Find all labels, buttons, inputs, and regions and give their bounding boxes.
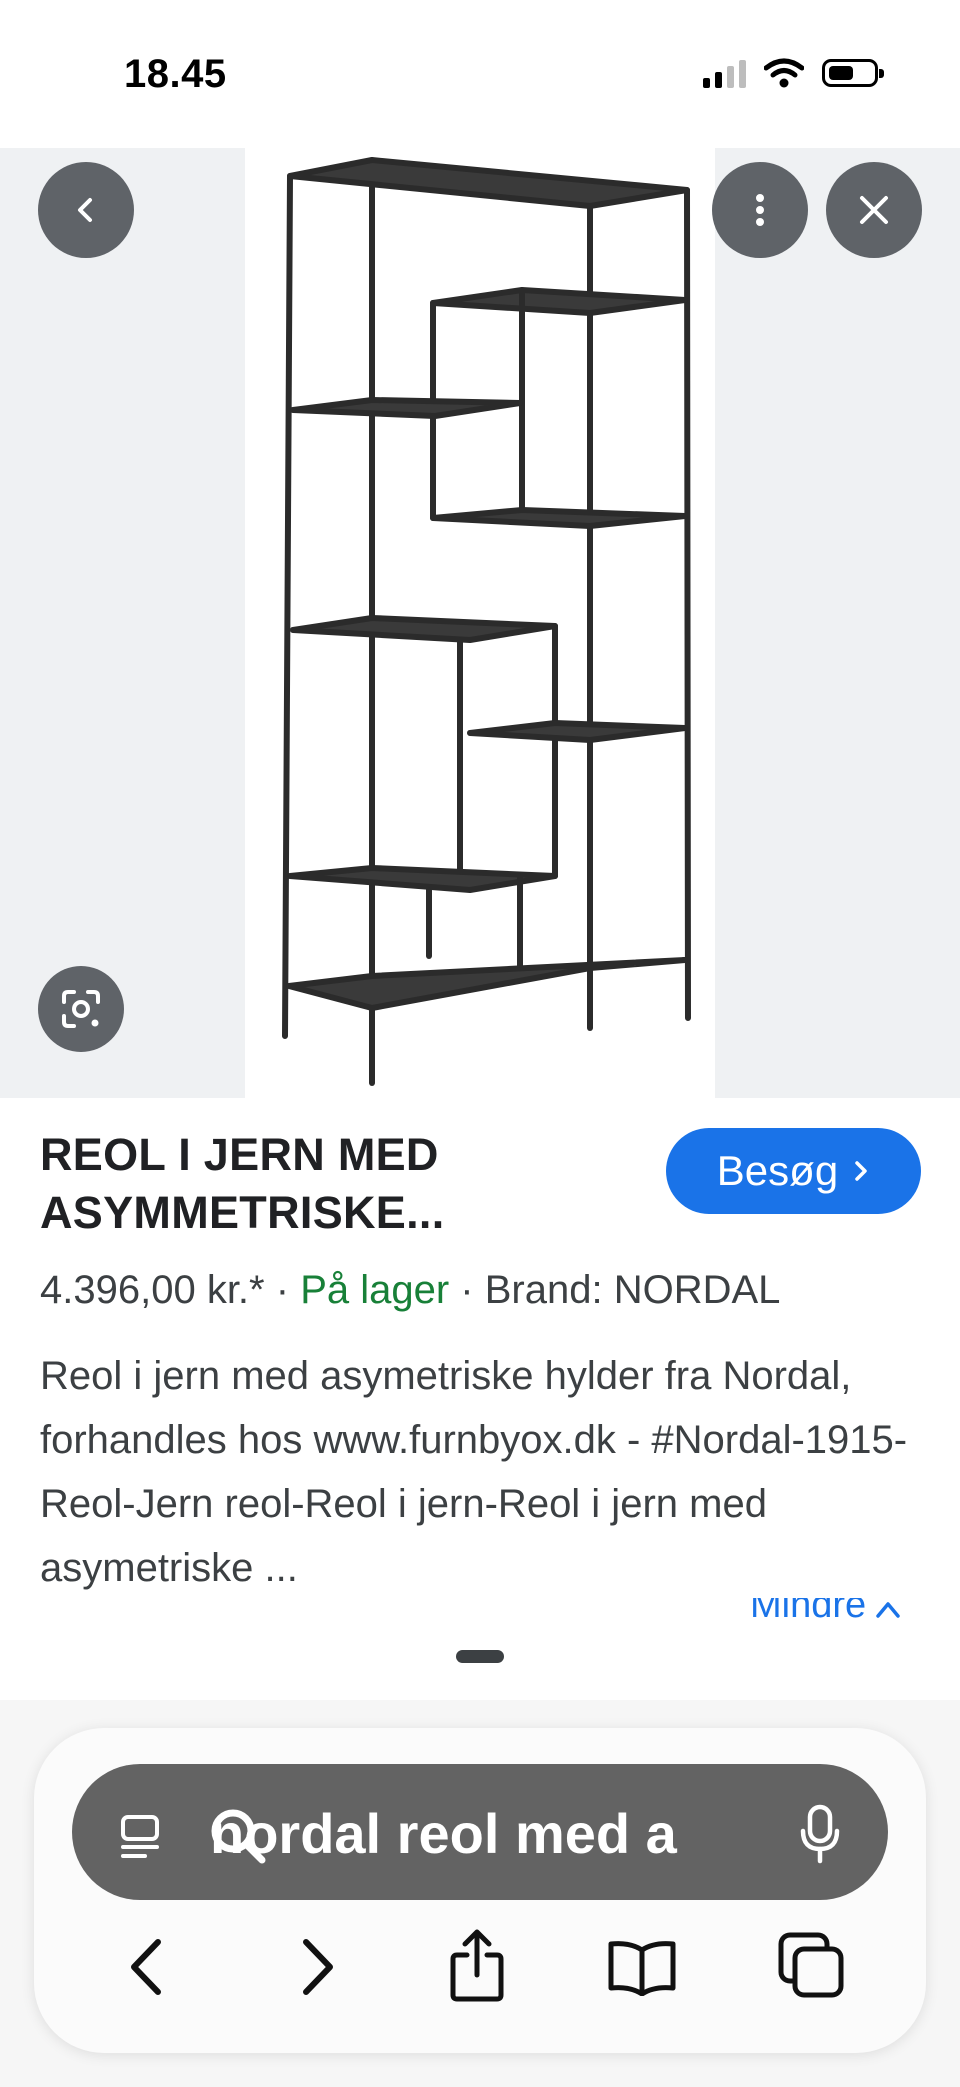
result-card: REOL I JERN MED ASYMMETRISKE... Besøg 4.… — [0, 1098, 960, 1638]
image-viewer — [0, 148, 960, 1098]
microphone-icon[interactable] — [792, 1802, 848, 1866]
shelf-product-image — [282, 157, 691, 1086]
battery-icon — [822, 59, 884, 87]
result-content: REOL I JERN MED ASYMMETRISKE... Besøg 4.… — [0, 1098, 960, 1623]
status-icons — [703, 58, 884, 88]
show-less-label: Mindre — [750, 1598, 867, 1620]
share-icon[interactable] — [444, 1926, 510, 2004]
visit-button[interactable]: Besøg — [666, 1128, 921, 1214]
back-button[interactable] — [38, 162, 134, 258]
status-time: 18.45 — [124, 52, 227, 96]
forward-icon[interactable] — [288, 1934, 348, 2000]
meta-separator: · — [460, 1268, 474, 1312]
visit-button-label: Besøg — [716, 1147, 839, 1194]
result-meta: 4.396,00 kr.* · På lager · Brand: NORDAL — [40, 1268, 780, 1313]
chevron-up-icon — [876, 1602, 900, 1618]
show-less-link[interactable]: Mindre — [750, 1598, 902, 1620]
stock-status: På lager — [300, 1268, 450, 1312]
brand: Brand: NORDAL — [484, 1268, 781, 1312]
cellular-signal-icon — [703, 58, 746, 88]
price: 4.396,00 kr.* — [40, 1268, 265, 1312]
close-icon — [860, 196, 888, 224]
back-icon[interactable] — [116, 1934, 176, 2000]
more-options-button[interactable] — [712, 162, 808, 258]
tabs-icon[interactable] — [776, 1930, 848, 2002]
result-title[interactable]: REOL I JERN MED ASYMMETRISKE... — [40, 1126, 600, 1242]
google-lens-icon — [62, 990, 100, 1028]
search-query-text[interactable]: nordal reol med a — [210, 1799, 765, 1869]
status-bar: 18.45 — [0, 0, 960, 150]
wifi-icon — [764, 58, 804, 88]
lens-search-button[interactable] — [38, 966, 124, 1052]
meta-separator: · — [275, 1268, 290, 1312]
close-button[interactable] — [826, 162, 922, 258]
reader-icon[interactable] — [112, 1808, 168, 1864]
sheet-grab-handle[interactable] — [456, 1650, 504, 1663]
result-description: Reol i jern med asymetriske hylder fra N… — [40, 1354, 908, 1590]
bookmarks-icon[interactable] — [604, 1936, 680, 1998]
more-vert-icon — [756, 194, 764, 226]
back-arrow-icon — [78, 198, 92, 222]
chevron-right-icon — [855, 1161, 867, 1181]
